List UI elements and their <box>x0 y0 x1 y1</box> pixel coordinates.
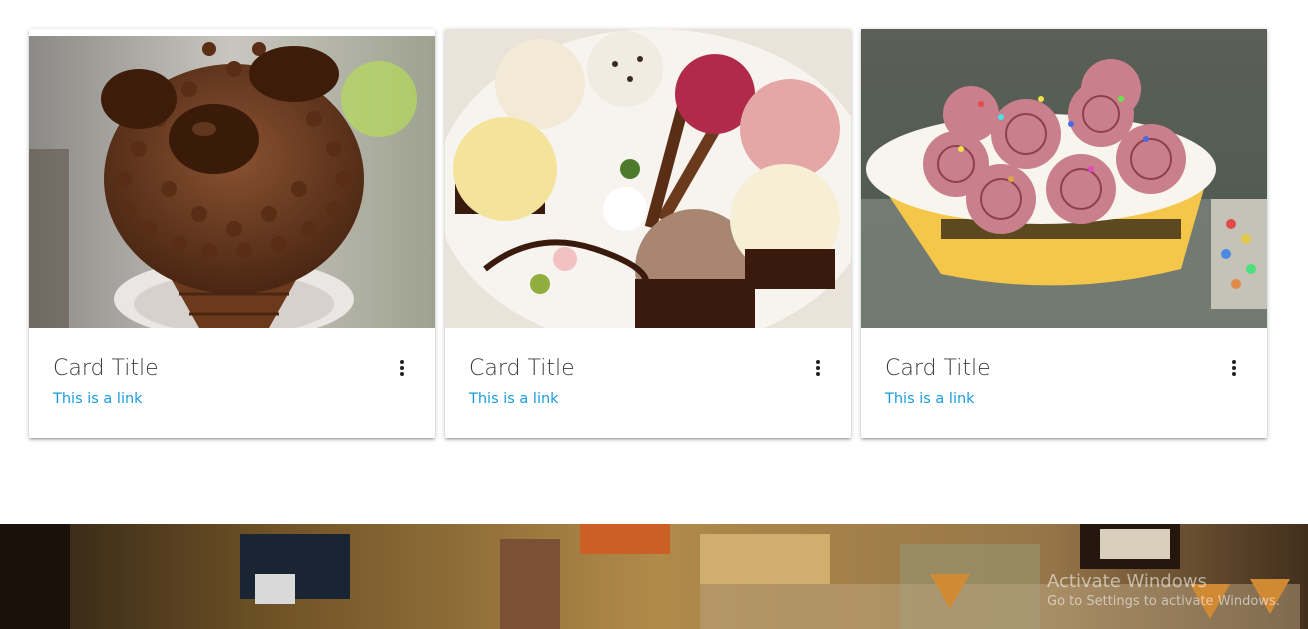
card: Card Title This is a link <box>861 29 1267 438</box>
card-image-ice-cream-plate[interactable] <box>445 29 851 328</box>
card-content: Card Title This is a link <box>445 328 851 407</box>
card-link[interactable]: This is a link <box>53 391 143 407</box>
card-link[interactable]: This is a link <box>469 391 559 407</box>
card-link[interactable]: This is a link <box>885 391 975 407</box>
card: Card Title This is a link <box>29 29 435 438</box>
more-vert-icon[interactable] <box>1231 360 1237 380</box>
card-title: Card Title <box>469 356 575 381</box>
page: Card Title This is a link Card Title Thi… <box>0 0 1308 629</box>
card-title: Card Title <box>53 356 159 381</box>
card-content: Card Title This is a link <box>861 328 1267 407</box>
card-content: Card Title This is a link <box>29 328 435 407</box>
card-image-chocolate-cone[interactable] <box>29 29 435 328</box>
card-grid: Card Title This is a link Card Title Thi… <box>29 29 1267 438</box>
card-image-rolled-ice-cream[interactable] <box>861 29 1267 328</box>
card: Card Title This is a link <box>445 29 851 438</box>
more-vert-icon[interactable] <box>815 360 821 380</box>
watermark-subtitle: Go to Settings to activate Windows. <box>1047 594 1280 609</box>
more-vert-icon[interactable] <box>399 360 405 380</box>
activate-windows-watermark: Activate Windows Go to Settings to activ… <box>1047 571 1280 611</box>
watermark-title: Activate Windows <box>1047 571 1207 592</box>
card-title: Card Title <box>885 356 991 381</box>
